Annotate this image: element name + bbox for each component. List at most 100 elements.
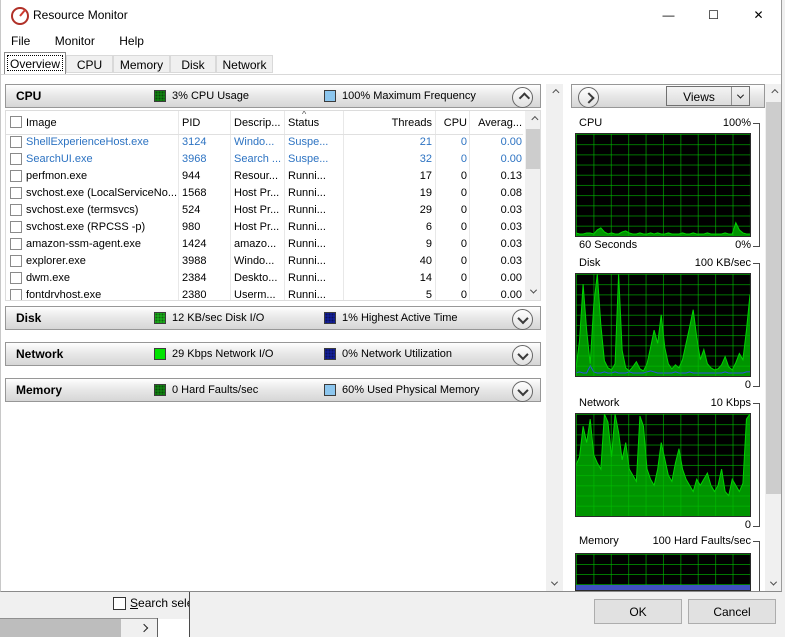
column-header-cpu[interactable]: CPU (435, 117, 467, 129)
table-row[interactable]: svchost.exe (RPCSS -p) 980 Host Pr... Ru… (6, 219, 523, 236)
cpu-graph-bracket (753, 123, 760, 247)
scrollbar-thumb[interactable] (766, 102, 781, 494)
horizontal-scrollbar-thumb[interactable] (0, 619, 121, 637)
table-row[interactable]: amazon-ssm-agent.exe 1424 amazo... Runni… (6, 236, 523, 253)
scroll-up-button[interactable] (525, 111, 540, 128)
menu-help[interactable]: Help (109, 30, 154, 48)
column-header-average[interactable]: Averag... (469, 117, 522, 129)
network-graph-bottom-labels: 0 (579, 519, 751, 533)
table-header-row[interactable]: Image PID Descrip... ^ Status Threads CP… (6, 111, 523, 135)
tab-network[interactable]: Network (216, 55, 273, 73)
cpu-section-title: CPU (16, 89, 42, 103)
memory-section-header[interactable]: Memory 0 Hard Faults/sec 60% Used Physic… (5, 378, 541, 402)
table-row[interactable]: SearchUI.exe 3968 Search ... Suspe... 32… (6, 151, 523, 168)
table-row[interactable]: explorer.exe 3988 Windo... Runni... 40 0… (6, 253, 523, 270)
row-checkbox[interactable] (10, 238, 22, 250)
row-checkbox[interactable] (10, 289, 22, 300)
close-button[interactable]: ✕ (736, 0, 781, 30)
scroll-up-button[interactable] (546, 84, 563, 101)
cell-image: svchost.exe (RPCSS -p) (26, 221, 146, 233)
cpu-graph-zero-label: 0% (735, 239, 751, 251)
disk-graph-bottom-labels: 0 (579, 379, 751, 393)
cell-threads: 21 (419, 136, 432, 148)
right-panel-scrollbar[interactable] (765, 84, 781, 591)
used-memory-label: 60% Used Physical Memory (342, 384, 480, 396)
tab-cpu[interactable]: CPU (66, 55, 113, 73)
expand-memory-button[interactable] (512, 381, 533, 402)
scroll-down-button[interactable] (546, 575, 563, 591)
menu-file[interactable]: File (1, 30, 40, 48)
select-all-checkbox[interactable] (10, 116, 22, 128)
expand-disk-button[interactable] (512, 309, 533, 330)
collapse-cpu-button[interactable] (512, 87, 533, 108)
cpu-graph-time-label: 60 Seconds (579, 239, 638, 251)
expand-network-button[interactable] (512, 345, 533, 366)
tab-disk[interactable]: Disk (170, 55, 216, 73)
row-checkbox[interactable] (10, 255, 22, 267)
cell-image: amazon-ssm-agent.exe (26, 238, 141, 250)
row-checkbox[interactable] (10, 153, 22, 165)
network-graph-zero-label: 0 (744, 519, 751, 531)
search-checkbox[interactable] (113, 597, 126, 610)
network-io-chip-icon (154, 348, 166, 360)
left-pane-scrollbar[interactable] (546, 84, 563, 591)
cell-description: Host Pr... (234, 187, 280, 199)
table-row[interactable]: ShellExperienceHost.exe 3124 Windo... Su… (6, 134, 523, 151)
maximize-button[interactable]: ☐ (691, 0, 736, 30)
cell-status: Runni... (288, 238, 326, 250)
row-checkbox[interactable] (10, 170, 22, 182)
cell-image: svchost.exe (LocalServiceNo... (26, 187, 178, 199)
cpu-usage-label: 3% CPU Usage (172, 90, 250, 102)
ok-button[interactable]: OK (594, 599, 682, 624)
cell-status: Runni... (288, 272, 326, 284)
table-row[interactable]: perfmon.exe 944 Resour... Runni... 17 0 … (6, 168, 523, 185)
divider (189, 592, 190, 637)
row-checkbox[interactable] (10, 136, 22, 148)
cell-status: Runni... (288, 170, 326, 182)
cell-description: Userm... (234, 289, 276, 301)
minimize-button[interactable]: — (646, 0, 691, 30)
column-header-status[interactable]: Status (288, 117, 342, 129)
scroll-down-button[interactable] (765, 575, 781, 591)
cell-status: Runni... (288, 221, 326, 233)
disk-graph-zero-label: 0 (744, 379, 751, 391)
table-row[interactable]: dwm.exe 2384 Deskto... Runni... 14 0 0.0… (6, 270, 523, 287)
table-scrollbar[interactable] (525, 111, 540, 300)
cell-threads: 14 (419, 272, 432, 284)
scroll-right-button[interactable] (132, 619, 156, 637)
scroll-down-button[interactable] (525, 283, 540, 300)
menu-monitor[interactable]: Monitor (45, 30, 105, 48)
cell-description: Host Pr... (234, 204, 280, 216)
cell-cpu: 0 (460, 204, 467, 216)
search-checkbox-label: Search sele (130, 596, 189, 610)
scrollbar-thumb[interactable] (526, 129, 540, 169)
views-dropdown-arrow[interactable] (731, 87, 749, 105)
table-row[interactable]: fontdrvhost.exe 2380 Userm... Runni... 5… (6, 287, 523, 301)
row-checkbox[interactable] (10, 204, 22, 216)
scroll-up-button[interactable] (765, 84, 781, 101)
column-header-threads[interactable]: Threads (351, 117, 432, 129)
tab-overview[interactable]: Overview (4, 52, 66, 74)
row-checkbox[interactable] (10, 221, 22, 233)
column-header-pid[interactable]: PID (182, 117, 230, 129)
collapse-panel-button[interactable] (578, 87, 599, 108)
column-header-description[interactable]: Descrip... (234, 117, 286, 129)
tab-memory[interactable]: Memory (113, 55, 170, 73)
window-title: Resource Monitor (33, 8, 128, 22)
row-checkbox[interactable] (10, 272, 22, 284)
cpu-usage-chip-icon (154, 90, 166, 102)
cell-pid: 3968 (182, 153, 207, 165)
network-section-header[interactable]: Network 29 Kbps Network I/O 0% Network U… (5, 342, 541, 366)
column-header-image[interactable]: Image (26, 117, 178, 129)
table-row[interactable]: svchost.exe (termsvcs) 524 Host Pr... Ru… (6, 202, 523, 219)
network-io-label: 29 Kbps Network I/O (172, 348, 274, 360)
cell-status: Runni... (288, 204, 326, 216)
cancel-button[interactable]: Cancel (688, 599, 776, 624)
table-row[interactable]: svchost.exe (LocalServiceNo... 1568 Host… (6, 185, 523, 202)
disk-section-header[interactable]: Disk 12 KB/sec Disk I/O 1% Highest Activ… (5, 306, 541, 330)
row-checkbox[interactable] (10, 187, 22, 199)
views-button[interactable]: Views (666, 86, 750, 106)
cpu-section-header[interactable]: CPU 3% CPU Usage 100% Maximum Frequency (5, 84, 541, 108)
cell-image: perfmon.exe (26, 170, 88, 182)
title-bar[interactable]: Resource Monitor — ☐ ✕ (1, 0, 781, 30)
